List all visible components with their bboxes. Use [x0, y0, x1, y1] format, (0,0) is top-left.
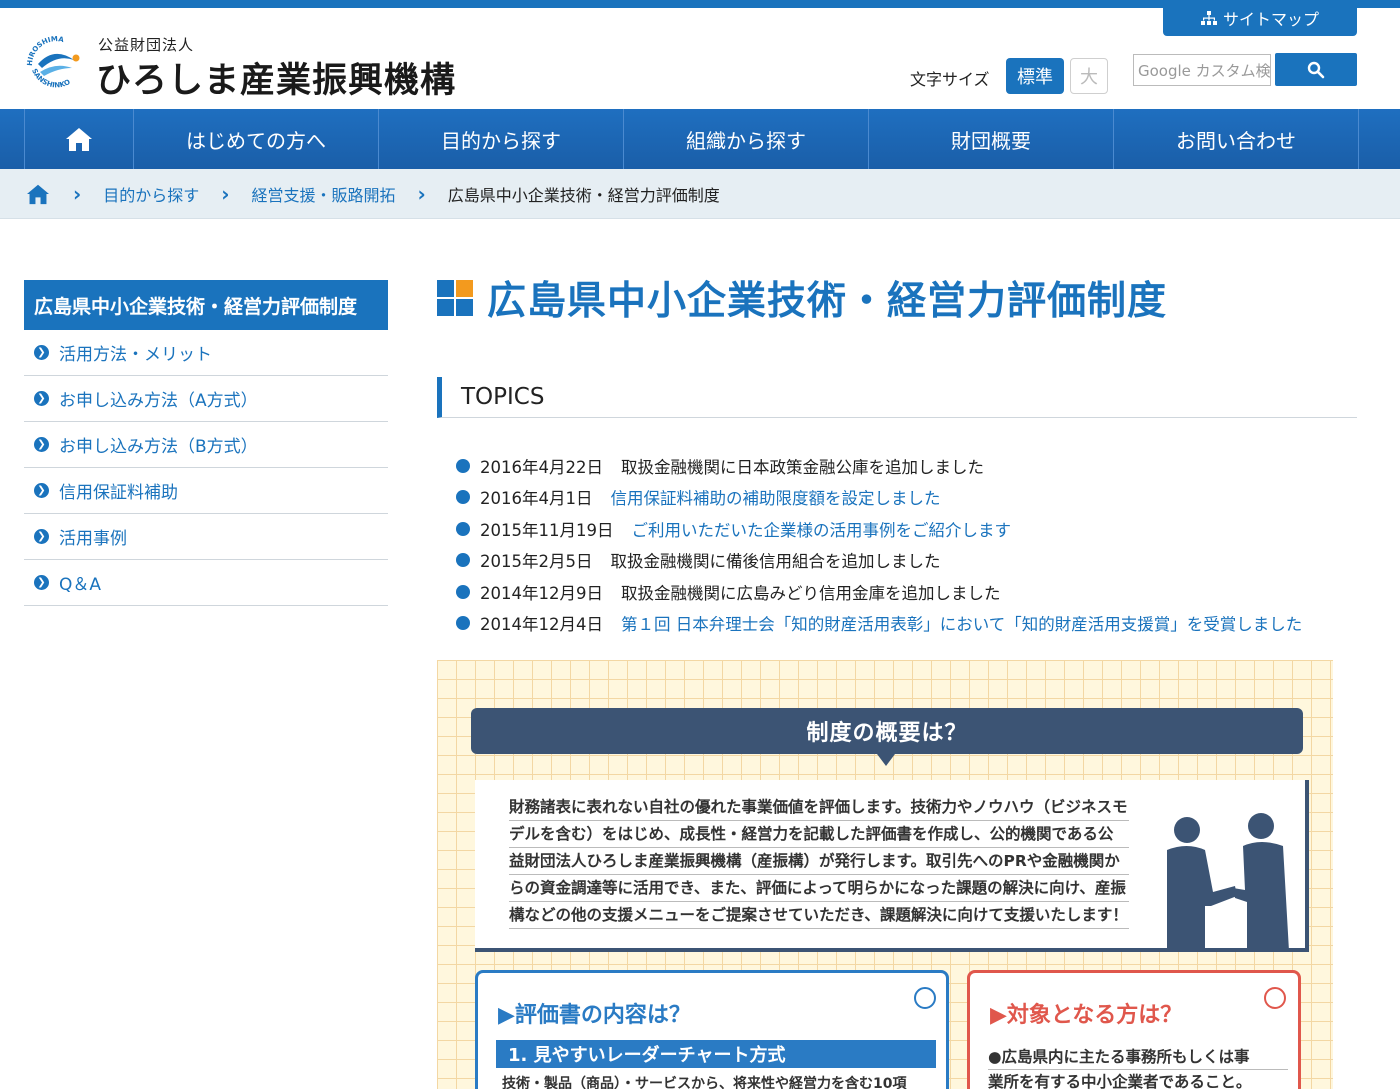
arrow-right-icon: ❯: [34, 575, 49, 590]
topics-heading: TOPICS: [437, 377, 1357, 418]
overview-infographic: 制度の概要は？ 財務諸表に表れない自社の優れた事業価値を評価します。技術力やノウ…: [437, 660, 1333, 1089]
list-item: 2016年4月1日 信用保証料補助の補助限度額を設定しました: [456, 482, 1356, 514]
list-item: 2015年2月5日 取扱金融機関に備後信用組合を追加しました: [456, 545, 1356, 577]
sidebar-item-usage[interactable]: ❯ 活用方法・メリット: [24, 330, 388, 376]
sidebar-item-label: お申し込み方法（B方式）: [59, 437, 258, 457]
chevron-right-icon: ›: [73, 181, 82, 206]
overview-line: 益財団法人ひろしま産業振興機構（産振構）が発行します。取引先へのPRや金融機関か: [509, 848, 1129, 875]
sidebar-item-label: Q＆A: [59, 575, 102, 595]
font-size-normal-button[interactable]: 標準: [1006, 58, 1064, 94]
bullet-icon: [456, 458, 470, 473]
arrow-right-icon: ❯: [34, 437, 49, 452]
card-line: ●広島県内に主たる事務所もしくは事: [988, 1045, 1288, 1070]
arrow-right-icon: ❯: [34, 391, 49, 406]
card-line: 業所を有する中小企業者であること。: [988, 1070, 1288, 1089]
nav-item-by-purpose[interactable]: 目的から探す: [379, 109, 624, 169]
topic-link[interactable]: 信用保証料補助の補助限度額を設定しました: [611, 485, 941, 509]
card-title: ▶対象となる方は？: [990, 1003, 1183, 1028]
bullet-icon: [456, 490, 470, 505]
overview-text: 財務諸表に表れない自社の優れた事業価値を評価します。技術力やノウハウ（ビジネスモ…: [509, 794, 1129, 929]
nav-item-contact[interactable]: お問い合わせ: [1114, 109, 1359, 169]
topic-date: 2015年2月5日: [480, 552, 593, 572]
overview-banner: 制度の概要は？: [471, 708, 1303, 754]
bullet-icon: [456, 521, 470, 536]
sidebar-item-label: お申し込み方法（A方式）: [59, 391, 258, 411]
title-squares-icon: [437, 280, 473, 316]
topic-link[interactable]: 第１回 日本弁理士会「知的財産活用表彰」において「知的財産活用支援賞」を受賞しま…: [621, 611, 1302, 635]
sitemap-icon: [1200, 11, 1217, 25]
sidebar-item-label: 活用事例: [59, 529, 127, 549]
search-button[interactable]: [1275, 53, 1357, 86]
list-item: 2016年4月22日 取扱金融機関に日本政策金融公庫を追加しました: [456, 450, 1356, 482]
overview-line: らの資金調達等に活用でき、また、評価によって明らかになった課題の解決に向け、産振: [509, 875, 1129, 902]
sidebar-item-apply-b[interactable]: ❯ お申し込み方法（B方式）: [24, 422, 388, 468]
logo-title: ひろしま産業振興機構: [96, 61, 457, 101]
page-title-area: 広島県中小企業技術・経営力評価制度: [437, 270, 1167, 326]
sidebar-item-cases[interactable]: ❯ 活用事例: [24, 514, 388, 560]
site-logo[interactable]: HIROSHIMA SANSHINKO 公益財団法人 ひろしま産業振興機構: [24, 30, 484, 101]
topic-date: 2014年12月9日: [480, 583, 603, 603]
chevron-right-icon: ›: [221, 181, 230, 206]
bullet-icon: [456, 616, 470, 631]
breadcrumb-link-purpose[interactable]: 目的から探す: [103, 182, 199, 206]
circle-icon: [1264, 987, 1286, 1009]
card-title: ▶評価書の内容は？: [498, 1003, 691, 1028]
nav-home[interactable]: [24, 109, 134, 169]
card-body: 技術・製品（商品）・サービスから、将来性や経営力を含む10項: [502, 1076, 907, 1089]
chevron-right-icon: ›: [417, 181, 426, 206]
card-body: ●広島県内に主たる事務所もしくは事 業所を有する中小企業者であること。: [988, 1045, 1288, 1089]
topics-list: 2016年4月22日 取扱金融機関に日本政策金融公庫を追加しました 2016年4…: [456, 450, 1356, 639]
page-title: 広島県中小企業技術・経営力評価制度: [487, 279, 1168, 324]
topic-text: 取扱金融機関に備後信用組合を追加しました: [610, 552, 941, 572]
arrow-right-icon: ❯: [34, 345, 49, 360]
bullet-icon: [456, 584, 470, 599]
logo-mark-icon: HIROSHIMA SANSHINKO: [26, 35, 80, 89]
breadcrumb-current: 広島県中小企業技術・経営力評価制度: [447, 185, 720, 205]
search-icon: [1307, 61, 1325, 78]
font-size-label: 文字サイズ: [910, 70, 990, 89]
circle-icon: [914, 987, 936, 1009]
sitemap-button[interactable]: サイトマップ: [1163, 0, 1357, 36]
handshake-illustration-icon: [1167, 813, 1289, 951]
arrow-right-icon: ❯: [34, 483, 49, 498]
font-size-large-button[interactable]: 大: [1070, 58, 1108, 94]
card-eligibility: ▶対象となる方は？ ●広島県内に主たる事務所もしくは事 業所を有する中小企業者で…: [967, 970, 1301, 1089]
card-subheading: 1. 見やすいレーダーチャート方式: [496, 1040, 936, 1068]
topic-text: 取扱金融機関に広島みどり信用金庫を追加しました: [621, 583, 1001, 603]
overview-textbox: 財務諸表に表れない自社の優れた事業価値を評価します。技術力やノウハウ（ビジネスモ…: [475, 780, 1309, 952]
card-evaluation-content: ▶評価書の内容は？ 1. 見やすいレーダーチャート方式 技術・製品（商品）・サー…: [475, 970, 949, 1089]
sitemap-label: サイトマップ: [1222, 10, 1319, 29]
list-item: 2015年11月19日 ご利用いただいた企業様の活用事例をご紹介します: [456, 513, 1356, 545]
topic-date: 2016年4月1日: [480, 489, 593, 509]
sidebar-menu: ❯ 活用方法・メリット ❯ お申し込み方法（A方式） ❯ お申し込み方法（B方式…: [24, 330, 388, 606]
list-item: 2014年12月4日 第１回 日本弁理士会「知的財産活用表彰」において「知的財産…: [456, 608, 1356, 640]
sidebar-item-apply-a[interactable]: ❯ お申し込み方法（A方式）: [24, 376, 388, 422]
sidebar-title[interactable]: 広島県中小企業技術・経営力評価制度: [24, 280, 388, 330]
search-input[interactable]: Google カスタム検索: [1133, 54, 1271, 86]
topic-date: 2016年4月22日: [480, 457, 603, 477]
list-item: 2014年12月9日 取扱金融機関に広島みどり信用金庫を追加しました: [456, 576, 1356, 608]
banner-pointer: [877, 754, 895, 766]
home-icon[interactable]: [25, 183, 51, 205]
topic-text: 取扱金融機関に日本政策金融公庫を追加しました: [621, 457, 984, 477]
sidebar-item-label: 信用保証料補助: [59, 483, 178, 503]
global-nav: はじめての方へ 目的から探す 組織から探す 財団概要 お問い合わせ: [0, 109, 1400, 169]
sidebar-item-label: 活用方法・メリット: [59, 345, 212, 365]
topic-date: 2014年12月4日: [480, 615, 603, 635]
breadcrumb: › 目的から探す › 経営支援・販路開拓 › 広島県中小企業技術・経営力評価制度: [0, 169, 1400, 219]
sidebar-item-guarantee-subsidy[interactable]: ❯ 信用保証料補助: [24, 468, 388, 514]
overview-line: 財務諸表に表れない自社の優れた事業価値を評価します。技術力やノウハウ（ビジネスモ: [509, 794, 1129, 821]
topic-date: 2015年11月19日: [480, 520, 614, 540]
arrow-right-icon: ❯: [34, 529, 49, 544]
overview-line: 構などの他の支援メニューをご提案させていただき、課題解決に向けて支援いたします！: [509, 902, 1129, 929]
bullet-icon: [456, 553, 470, 568]
overview-line: デルを含む）をはじめ、成長性・経営力を記載した評価書を作成し、公的機関である公: [509, 821, 1129, 848]
sidebar-item-faq[interactable]: ❯ Q＆A: [24, 560, 388, 606]
nav-item-by-organization[interactable]: 組織から探す: [624, 109, 869, 169]
topic-link[interactable]: ご利用いただいた企業様の活用事例をご紹介します: [631, 517, 1011, 541]
nav-item-first-time[interactable]: はじめての方へ: [134, 109, 379, 169]
home-icon: [66, 128, 92, 151]
nav-item-about[interactable]: 財団概要: [869, 109, 1114, 169]
breadcrumb-link-management[interactable]: 経営支援・販路開拓: [252, 182, 396, 206]
